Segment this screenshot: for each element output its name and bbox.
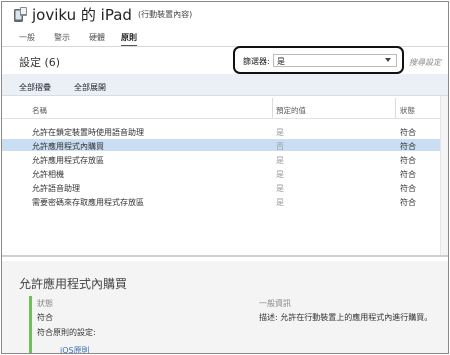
filter-dropdown[interactable]: 是 <box>273 54 397 67</box>
row-name: 允許應用程式內購買 <box>32 142 104 151</box>
tab-hardware[interactable]: 硬體 <box>89 32 105 43</box>
page-title: joviku 的 iPad <box>32 6 132 24</box>
table-row[interactable]: 需要密碼來存取應用程式存放區 是 符合 <box>2 195 448 207</box>
details-title: 允許應用程式內購買 <box>19 277 128 291</box>
tab-general[interactable]: 一般 <box>19 32 35 43</box>
column-divider <box>272 98 273 118</box>
app-header: joviku 的 iPad (行動裝置內容) <box>2 2 448 26</box>
ipad-device-icon <box>13 6 28 23</box>
filter-value: 是 <box>277 57 285 66</box>
status-value: 符合 <box>37 313 53 322</box>
row-name: 允許相機 <box>32 170 64 179</box>
app-window: joviku 的 iPad (行動裝置內容) 一般 警示 硬體 原則 設定 (6… <box>1 1 449 354</box>
tab-alerts[interactable]: 警示 <box>54 32 70 43</box>
row-default-value: 是 <box>276 170 284 179</box>
table-row[interactable]: 允許語音助理 是 符合 <box>2 181 448 193</box>
row-status: 符合 <box>400 128 416 137</box>
ios-policy-link[interactable]: iOS原則 <box>60 345 90 353</box>
table-row[interactable]: 允許應用程式存放區 是 符合 <box>2 153 448 165</box>
page-subtitle: (行動裝置內容) <box>138 10 193 19</box>
row-name: 允許應用程式存放區 <box>32 156 104 165</box>
column-header-default[interactable]: 預定的值 <box>276 105 306 116</box>
table-row[interactable]: 允許在鎖定裝置時使用語音助理 是 符合 <box>2 125 448 137</box>
filter-highlight: 篩選器: 是 <box>233 46 404 74</box>
row-default-value: 否 <box>276 142 284 151</box>
row-default-value: 是 <box>276 156 284 165</box>
description-text: 描述: 允許在行動裝置上的應用程式內進行購買。 <box>259 313 433 322</box>
row-default-value: 是 <box>276 198 284 207</box>
details-pane: 允許應用程式內購買 狀態 符合 符合原則的設定: iOS原則 一般資訊 描述: … <box>2 261 448 353</box>
table-row[interactable]: 允許相機 是 符合 <box>2 167 448 179</box>
row-default-value: 是 <box>276 184 284 193</box>
table-toolbar: 全部摺疊 全部展開 <box>2 74 448 96</box>
row-status: 符合 <box>400 184 416 193</box>
status-accent-bar <box>29 296 32 353</box>
tab-policies[interactable]: 原則 <box>121 32 137 47</box>
header-divider <box>2 118 448 119</box>
row-status: 符合 <box>400 198 416 207</box>
row-status: 符合 <box>400 156 416 165</box>
search-settings-link[interactable]: 搜尋設定 <box>409 57 441 68</box>
status-label: 狀態 <box>37 299 53 308</box>
settings-title: 設定 (6) <box>19 56 61 69</box>
table-row-selected[interactable]: 允許應用程式內購買 否 符合 <box>2 139 448 151</box>
collapse-all-button[interactable]: 全部摺疊 <box>19 82 51 93</box>
column-divider <box>395 98 396 118</box>
table-scrollbar[interactable] <box>440 96 448 256</box>
expand-all-button[interactable]: 全部展開 <box>74 82 106 93</box>
row-status: 符合 <box>400 170 416 179</box>
general-info-label: 一般資訊 <box>259 299 291 308</box>
chevron-down-icon <box>385 58 391 62</box>
pane-splitter[interactable] <box>2 255 448 257</box>
row-name: 允許語音助理 <box>32 184 80 193</box>
row-name: 允許在鎖定裝置時使用語音助理 <box>32 128 144 137</box>
filter-label: 篩選器: <box>243 57 270 66</box>
row-default-value: 是 <box>276 128 284 137</box>
row-name: 需要密碼來存取應用程式存放區 <box>32 198 144 207</box>
compliance-setting-label: 符合原則的設定: <box>37 328 96 337</box>
column-header-status[interactable]: 狀態 <box>400 105 415 116</box>
row-status: 符合 <box>400 142 416 151</box>
column-header-name[interactable]: 名稱 <box>32 105 47 116</box>
